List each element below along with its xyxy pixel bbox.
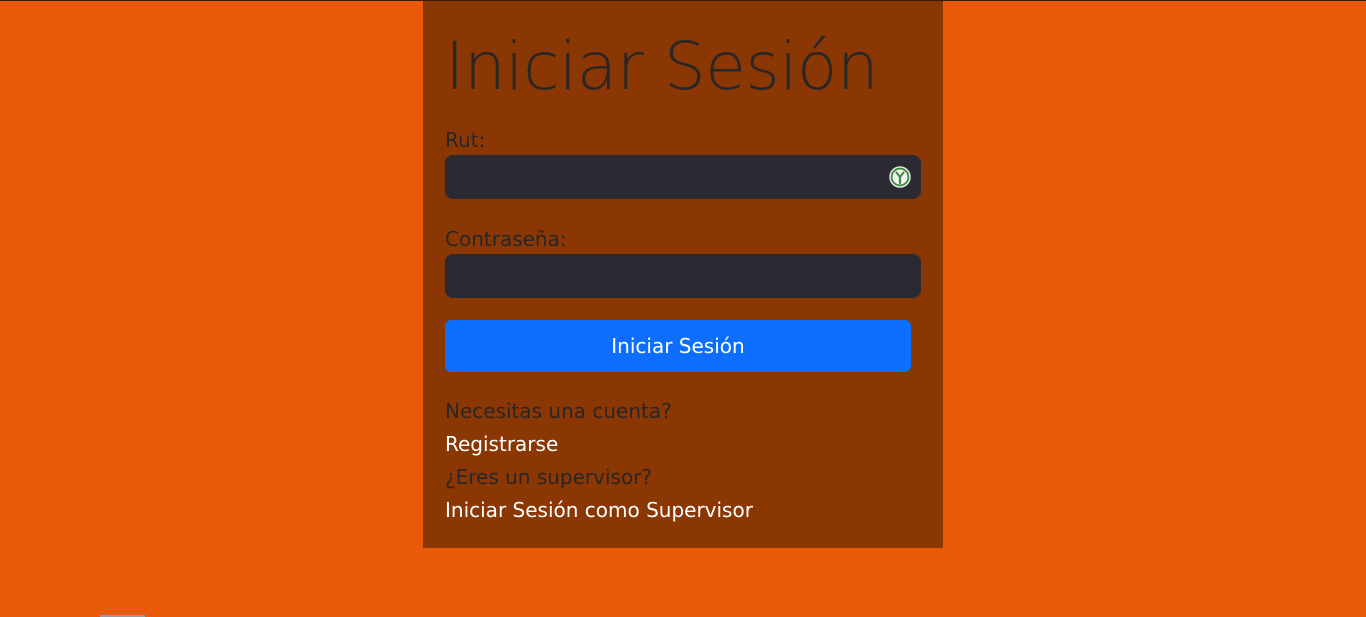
login-panel: Iniciar Sesión Rut: Contraseña: Iniciar … bbox=[423, 1, 943, 548]
register-link[interactable]: Registrarse bbox=[445, 431, 558, 457]
password-label: Contraseña: bbox=[445, 227, 567, 251]
supervisor-question-text: ¿Eres un supervisor? bbox=[445, 465, 653, 489]
password-input[interactable] bbox=[445, 254, 921, 298]
rut-label: Rut: bbox=[445, 128, 486, 152]
supervisor-login-link[interactable]: Iniciar Sesión como Supervisor bbox=[445, 497, 753, 523]
rut-input[interactable] bbox=[445, 155, 921, 199]
need-account-text: Necesitas una cuenta? bbox=[445, 399, 672, 423]
page-title: Iniciar Sesión bbox=[445, 28, 879, 105]
login-submit-button[interactable]: Iniciar Sesión bbox=[445, 320, 911, 372]
password-manager-key-icon[interactable] bbox=[889, 166, 911, 188]
